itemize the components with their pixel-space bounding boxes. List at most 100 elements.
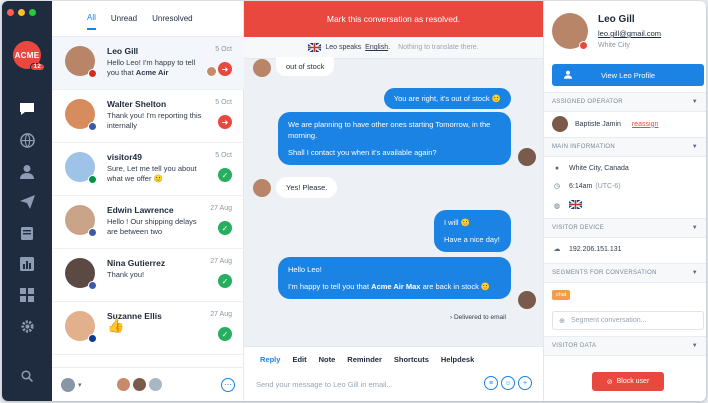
minimize-window-dot[interactable] xyxy=(18,9,25,16)
tab-note[interactable]: Note xyxy=(319,355,336,364)
section-title: VISITOR DATA xyxy=(552,343,597,349)
avatar xyxy=(253,59,271,77)
section-segments[interactable]: SEGMENTS FOR CONVERSATION ▼ xyxy=(544,263,706,283)
conversation-date: 27 Aug xyxy=(210,205,232,212)
chat-icon[interactable] xyxy=(17,99,37,119)
view-profile-label: View Leo Profile xyxy=(600,70,656,80)
message-line: I will 🙂 xyxy=(444,218,471,227)
brand-logo[interactable]: ACME 12 xyxy=(13,41,45,71)
composer: Reply Edit Note Reminder Shortcuts Helpd… xyxy=(244,346,543,401)
tab-reply[interactable]: Reply xyxy=(260,355,280,364)
globe-icon: ◍ xyxy=(553,202,561,210)
chevron-down-icon[interactable]: ▾ xyxy=(78,381,82,389)
operator-avatar[interactable] xyxy=(61,377,75,392)
tab-reminder[interactable]: Reminder xyxy=(347,355,382,364)
user-icon[interactable] xyxy=(17,161,37,181)
filter-unresolved[interactable]: Unresolved xyxy=(152,8,192,29)
conversation-item[interactable]: Nina Gutierrez Thank you! 27 Aug ✓ xyxy=(52,249,244,302)
avatar[interactable] xyxy=(147,377,163,392)
chevron-down-icon: ▼ xyxy=(691,144,698,150)
composer-tools: ≡ ☺ + xyxy=(484,376,532,390)
section-title: SEGMENTS FOR CONVERSATION xyxy=(552,270,657,276)
user-icon xyxy=(564,70,572,81)
view-profile-button[interactable]: View Leo Profile xyxy=(552,64,704,86)
operator-message: I will 🙂 Have a nice day! xyxy=(434,210,511,252)
language-bar: Leo speaks English. Nothing to translate… xyxy=(244,37,543,59)
maximize-window-dot[interactable] xyxy=(29,9,36,16)
message-preview: Hello ! Our shipping delays are between … xyxy=(107,217,197,236)
section-main-information[interactable]: MAIN INFORMATION ▼ xyxy=(544,137,706,157)
delivery-status: › Delivered to email xyxy=(450,314,506,321)
language-prefix: Leo speaks xyxy=(325,44,362,51)
visitor-message: Yes! Please. xyxy=(276,177,338,198)
contact-name: Edwin Lawrence xyxy=(107,205,174,215)
resolve-banner[interactable]: Mark this conversation as resolved. xyxy=(244,1,543,37)
operator-name: Baptiste Jamin xyxy=(575,120,621,128)
tab-shortcuts[interactable]: Shortcuts xyxy=(394,355,429,364)
search-icon[interactable] xyxy=(17,366,37,386)
chevron-down-icon: ▼ xyxy=(691,343,698,349)
message-input[interactable]: Send your message to Leo Gill in email..… xyxy=(256,380,466,389)
filter-unread[interactable]: Unread xyxy=(111,8,137,29)
segment-placeholder: Segment conversation... xyxy=(571,317,647,324)
resolved-check-icon: ✓ xyxy=(218,327,232,341)
conversation-item[interactable]: Edwin Lawrence Hello ! Our shipping dela… xyxy=(52,196,244,249)
pending-reply-icon: ➜ xyxy=(218,62,232,76)
app-window: ACME 12 All Unread Unresolved Leo Gill H… xyxy=(2,1,706,401)
avatar xyxy=(518,148,536,166)
cloud-icon: ☁ xyxy=(553,246,561,253)
resolved-check-icon: ✓ xyxy=(218,168,232,182)
segment-tag[interactable]: chat xyxy=(552,290,571,300)
reassign-link[interactable]: reassign xyxy=(632,121,658,128)
more-icon[interactable]: ⋯ xyxy=(221,377,235,392)
contacts-icon[interactable] xyxy=(17,223,37,243)
filter-all[interactable]: All xyxy=(87,7,96,30)
add-attachment-icon[interactable]: + xyxy=(518,376,532,390)
language-name: English xyxy=(365,44,389,51)
shortcuts-icon[interactable]: ≡ xyxy=(484,376,498,390)
ip-row: ☁ 192.206.151.131 xyxy=(552,245,622,254)
conversation-filters: All Unread Unresolved xyxy=(52,1,243,37)
profile-panel: Leo Gill leo.gill@gmail.com White City V… xyxy=(543,1,706,401)
tab-helpdesk[interactable]: Helpdesk xyxy=(441,355,474,364)
conversation-item[interactable]: Suzanne Ellis 👍 27 Aug ✓ xyxy=(52,302,244,355)
settings-icon[interactable] xyxy=(17,316,37,336)
window-controls xyxy=(7,9,36,16)
analytics-icon[interactable] xyxy=(17,254,37,274)
close-window-dot[interactable] xyxy=(7,9,14,16)
add-segment-icon: ⊕ xyxy=(559,317,565,325)
send-icon[interactable] xyxy=(17,192,37,212)
globe-icon[interactable] xyxy=(17,130,37,150)
block-user-button[interactable]: ⊘ Block user xyxy=(592,372,664,391)
resolved-check-icon: ✓ xyxy=(218,221,232,235)
segment-input[interactable]: ⊕ Segment conversation... xyxy=(552,311,704,330)
avatar[interactable] xyxy=(131,377,147,392)
plugins-icon[interactable] xyxy=(17,285,37,305)
country-flag-icon xyxy=(88,69,97,78)
conversation-item[interactable]: Walter Shelton Thank you! I'm reporting … xyxy=(52,90,244,143)
emoji-icon[interactable]: ☺ xyxy=(501,376,515,390)
section-visitor-device[interactable]: VISITOR DEVICE ▼ xyxy=(544,218,706,238)
section-assigned-operator[interactable]: ASSIGNED OPERATOR ▼ xyxy=(544,92,706,112)
ip-address: 192.206.151.131 xyxy=(569,245,622,253)
conversation-date: 5 Oct xyxy=(215,152,232,159)
avatar xyxy=(552,116,568,132)
assigned-operator-row: Baptiste Jamin reassign xyxy=(552,116,658,132)
conversation-item[interactable]: visitor49 Sure, Let me tell you about wh… xyxy=(52,143,244,196)
avatar xyxy=(518,291,536,309)
country-flag-icon xyxy=(88,175,97,184)
message-line: Have a nice day! xyxy=(444,235,500,244)
conversation-item[interactable]: Leo Gill Hello Leo! I'm happy to tell yo… xyxy=(52,37,244,90)
conversation-list: All Unread Unresolved Leo Gill Hello Leo… xyxy=(52,1,244,401)
country-flag-icon xyxy=(88,334,97,343)
list-footer: ▾ ⋯ xyxy=(52,367,244,401)
avatar xyxy=(253,179,271,197)
resolved-check-icon: ✓ xyxy=(218,274,232,288)
tab-edit[interactable]: Edit xyxy=(292,355,306,364)
avatar[interactable] xyxy=(115,377,131,392)
section-visitor-data[interactable]: VISITOR DATA ▼ xyxy=(544,336,706,356)
profile-email[interactable]: leo.gill@gmail.com xyxy=(598,29,661,38)
translate-note: Nothing to translate there. xyxy=(398,44,479,51)
operator-message: Hello Leo! I'm happy to tell you that Ac… xyxy=(278,257,511,299)
pending-reply-icon: ➜ xyxy=(218,115,232,129)
